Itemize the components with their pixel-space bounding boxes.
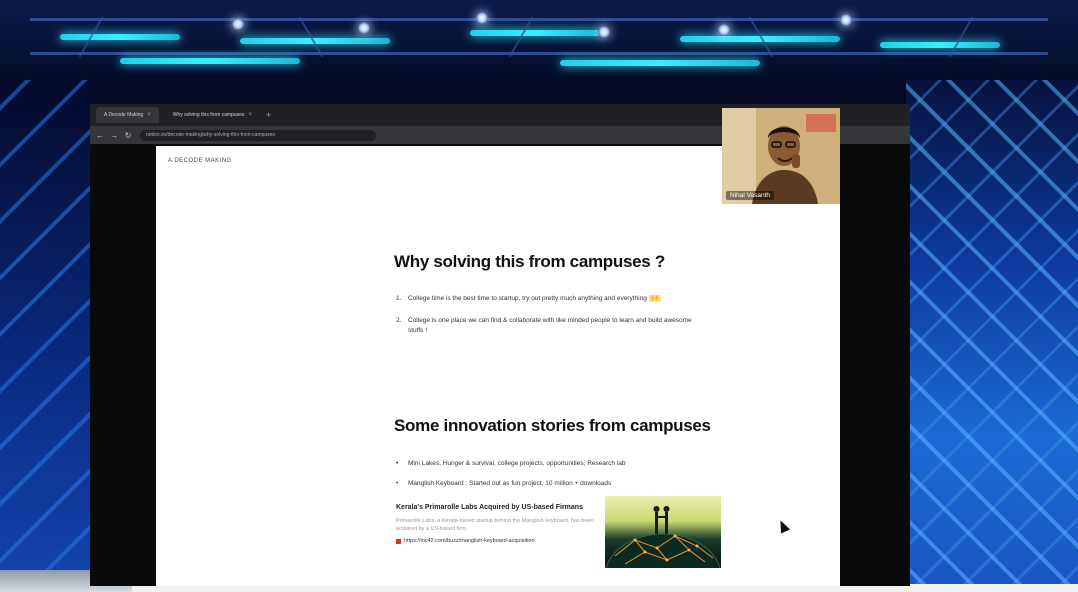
favicon-icon	[396, 538, 401, 544]
link-card-url-text: https://inc42.com/buzz/manglish-keyboard…	[404, 538, 535, 544]
breadcrumb[interactable]: A DECODE MAKING	[168, 158, 232, 164]
link-card-thumbnail[interactable]	[605, 496, 721, 568]
truss-light-bar	[120, 58, 300, 64]
list-marker: 2.	[396, 317, 402, 324]
back-icon[interactable]: ←	[96, 131, 104, 140]
stage-right-backdrop	[906, 80, 1078, 592]
forward-icon[interactable]: →	[110, 131, 118, 140]
close-icon[interactable]: ×	[248, 107, 252, 123]
bullet-icon: •	[396, 480, 399, 487]
link-card-description: Primarolle Labs, a Kerala-based startup …	[396, 518, 594, 532]
stage-left-backdrop	[0, 80, 95, 592]
list-item: 1. College time is the best time to star…	[396, 294, 708, 304]
new-tab-icon[interactable]: +	[266, 110, 271, 120]
link-card-title: Kerala's Primarolle Labs Acquired by US-…	[396, 504, 583, 511]
bullet-icon: •	[396, 460, 399, 467]
browser-tab[interactable]: A Decode Making ×	[96, 107, 159, 123]
truss-light-bar	[880, 42, 1000, 48]
list-item-text: Manglish Keyboard : Started out as fun p…	[408, 480, 612, 487]
stage-spotlight	[840, 14, 852, 26]
link-preview-card[interactable]: Kerala's Primarolle Labs Acquired by US-…	[396, 503, 596, 544]
section-heading-why: Why solving this from campuses ?	[394, 252, 665, 271]
emoji-icon: 🙌	[648, 295, 661, 302]
presenter-webcam: Nihal Vasanth	[722, 108, 840, 204]
browser-tab-label: A Decode Making	[104, 112, 144, 118]
list-item: • Mini Lakes, Hunger & survival, college…	[396, 459, 738, 469]
url-field[interactable]: notion.so/decode-making/why-solving-this…	[140, 129, 376, 141]
list-item: • Manglish Keyboard : Started out as fun…	[396, 479, 738, 489]
list-item-text: Mini Lakes, Hunger & survival, college p…	[408, 460, 626, 467]
close-icon[interactable]: ×	[147, 107, 151, 123]
truss-beam	[30, 52, 1048, 55]
list-marker: 1.	[396, 295, 402, 302]
stage-spotlight	[718, 24, 730, 36]
stage-spotlight	[476, 12, 488, 24]
list-item: 2. College is one place we can find & co…	[396, 316, 708, 336]
notion-page: A DECODE MAKING Why solving this from ca…	[156, 146, 840, 586]
presenter-video-icon	[722, 108, 840, 204]
stage-spotlight	[598, 26, 610, 38]
section-heading-stories: Some innovation stories from campuses	[394, 416, 711, 435]
truss-light-bar	[60, 34, 180, 40]
truss-light-bar	[470, 30, 600, 36]
mouse-cursor-icon	[775, 518, 791, 534]
presenter-name-label: Nihal Vasanth	[726, 191, 774, 200]
stage-spotlight	[358, 22, 370, 34]
link-card-url[interactable]: https://inc42.com/buzz/manglish-keyboard…	[396, 538, 596, 544]
stage-spotlight	[232, 18, 244, 30]
stage-truss	[0, 0, 1078, 80]
list-item-text: College time is the best time to startup…	[408, 295, 647, 302]
reload-icon[interactable]: ↻	[124, 131, 132, 140]
browser-tab-label: Why solving this from campuses	[172, 112, 245, 118]
globe-illustration-icon	[605, 506, 721, 568]
list-item-text: College is one place we can find & colla…	[408, 317, 692, 334]
truss-beam	[30, 18, 1048, 21]
truss-light-bar	[560, 60, 760, 66]
browser-tab[interactable]: Why solving this from campuses ×	[165, 107, 260, 123]
